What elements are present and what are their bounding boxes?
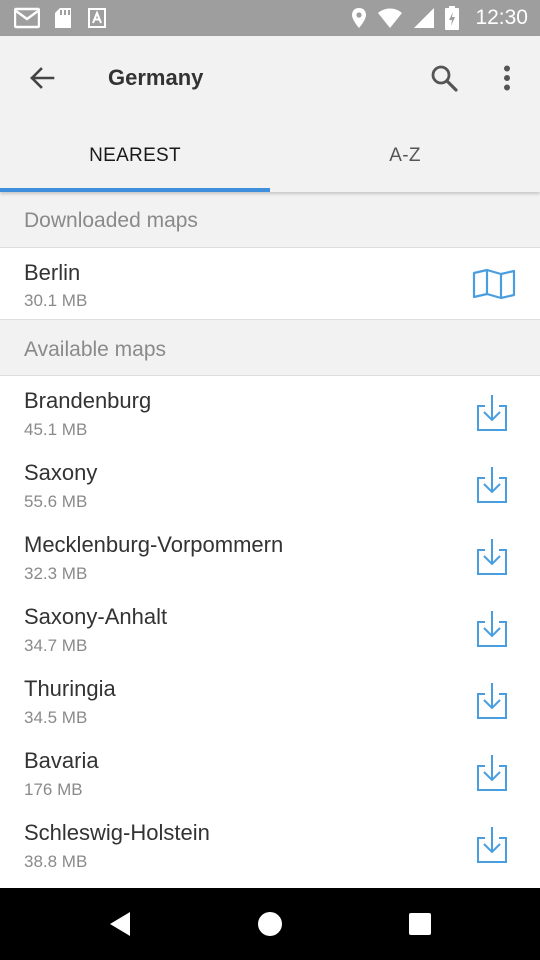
- nav-recents-button[interactable]: [400, 904, 440, 944]
- map-name: Brandenburg: [24, 388, 152, 413]
- notification-icons: [14, 7, 108, 29]
- list-item[interactable]: Bavaria 176 MB: [0, 736, 540, 808]
- more-vert-icon: [504, 65, 510, 91]
- map-size: 34.5 MB: [24, 708, 88, 727]
- section-header-available: Available maps: [0, 320, 540, 376]
- app-bar: Germany NEAREST A-Z: [0, 36, 540, 192]
- list-item[interactable]: Schleswig-Holstein 38.8 MB: [0, 808, 540, 888]
- download-button[interactable]: [468, 389, 516, 437]
- list-item-berlin[interactable]: Berlin 30.1 MB: [0, 248, 540, 320]
- sd-card-icon: [55, 8, 71, 28]
- list-item[interactable]: Saxony 55.6 MB: [0, 448, 540, 520]
- status-time: 12:30: [475, 6, 528, 29]
- gmail-icon: [14, 7, 40, 29]
- map-name: Thuringia: [24, 676, 116, 701]
- map-name: Saxony-Anhalt: [24, 604, 168, 629]
- system-icons: 12:30: [351, 0, 528, 36]
- back-button[interactable]: [22, 60, 62, 96]
- arrow-back-icon: [30, 67, 55, 89]
- wifi-icon: [378, 8, 403, 28]
- map-size: 34.7 MB: [24, 636, 88, 655]
- map-name: Bavaria: [24, 748, 99, 773]
- download-icon: [477, 467, 507, 503]
- download-icon: [477, 755, 507, 791]
- tab-nearest[interactable]: NEAREST: [0, 120, 270, 192]
- app-store-icon: [88, 8, 106, 28]
- open-map-button[interactable]: [470, 260, 518, 308]
- nav-recents-icon: [409, 913, 431, 935]
- nav-home-button[interactable]: [250, 904, 290, 944]
- map-size: 32.3 MB: [24, 564, 88, 583]
- status-bar: 12:30: [0, 0, 540, 36]
- list-item[interactable]: Mecklenburg-Vorpommern 32.3 MB: [0, 520, 540, 592]
- download-button[interactable]: [468, 461, 516, 509]
- page-title: Germany: [108, 65, 204, 90]
- list-item[interactable]: Saxony-Anhalt 34.7 MB: [0, 592, 540, 664]
- download-icon: [477, 539, 507, 575]
- map-name: Berlin: [24, 260, 81, 285]
- list-item[interactable]: Thuringia 34.5 MB: [0, 664, 540, 736]
- map-name: Mecklenburg-Vorpommern: [24, 532, 284, 557]
- search-icon: [431, 65, 458, 92]
- nav-home-icon: [258, 912, 282, 936]
- map-size: 30.1 MB: [24, 291, 88, 310]
- section-title: Downloaded maps: [24, 209, 198, 232]
- map-size: 55.6 MB: [24, 492, 88, 511]
- download-button[interactable]: [468, 533, 516, 581]
- map-name: Saxony: [24, 460, 98, 485]
- map-name: Schleswig-Holstein: [24, 820, 210, 845]
- download-icon: [477, 611, 507, 647]
- navigation-bar: [0, 888, 540, 960]
- section-title: Available maps: [24, 338, 167, 361]
- download-button[interactable]: [468, 749, 516, 797]
- download-button[interactable]: [468, 605, 516, 653]
- download-button[interactable]: [468, 821, 516, 869]
- battery-icon: [445, 6, 460, 30]
- download-icon: [477, 827, 507, 863]
- list-item[interactable]: Brandenburg 45.1 MB: [0, 376, 540, 448]
- tab-a-z[interactable]: A-Z: [270, 120, 540, 192]
- search-button[interactable]: [424, 58, 464, 98]
- signal-icon: [414, 8, 435, 28]
- nav-back-icon: [110, 912, 130, 936]
- tab-indicator: [0, 188, 270, 192]
- download-icon: [477, 683, 507, 719]
- location-icon: [352, 8, 367, 28]
- map-size: 45.1 MB: [24, 420, 88, 439]
- map-icon: [472, 268, 516, 300]
- map-size: 176 MB: [24, 780, 83, 799]
- section-header-downloaded: Downloaded maps: [0, 192, 540, 248]
- nav-back-button[interactable]: [100, 904, 140, 944]
- download-icon: [477, 395, 507, 431]
- map-size: 38.8 MB: [24, 852, 88, 871]
- download-button[interactable]: [468, 677, 516, 725]
- overflow-menu-button[interactable]: [490, 58, 524, 98]
